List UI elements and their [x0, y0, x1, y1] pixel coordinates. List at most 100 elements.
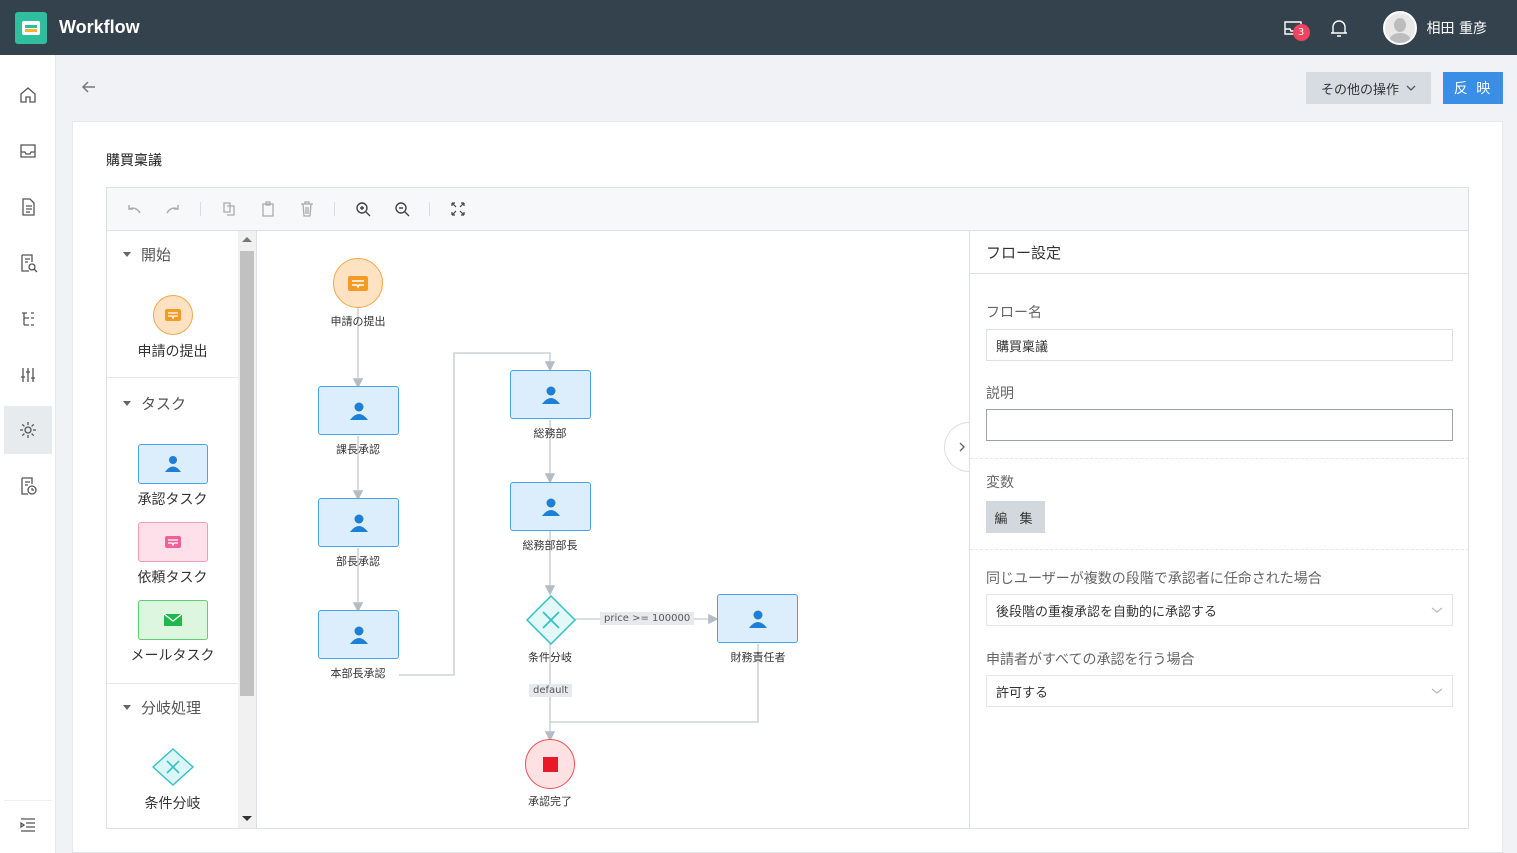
description-input[interactable]	[986, 409, 1453, 441]
inbox-tray-icon	[152, 295, 193, 335]
scroll-thumb[interactable]	[240, 251, 254, 696]
flow-name-label: フロー名	[986, 305, 1042, 321]
sidebar-toggle-icon[interactable]	[4, 800, 52, 848]
fit-screen-icon[interactable]	[448, 199, 468, 219]
variables-label: 変数	[986, 475, 1014, 491]
back-arrow-icon[interactable]	[78, 76, 100, 98]
left-sidebar	[0, 55, 56, 853]
flow-node-start[interactable]	[333, 258, 383, 308]
zoom-in-icon[interactable]	[353, 199, 373, 219]
palette-label-submit: 申請の提出	[137, 344, 208, 360]
edge-label-condition-true[interactable]: price >= 100000	[600, 612, 695, 625]
palette-scrollbar[interactable]	[238, 231, 256, 828]
user-avatar[interactable]	[1382, 10, 1417, 45]
flow-node-division-head[interactable]	[318, 610, 399, 659]
tree-structure-icon[interactable]	[4, 295, 52, 343]
inbox-tray-icon	[348, 276, 368, 291]
flow-settings-panel: フロー設定 フロー名 説明 変数 編 集 同じユーザーが複数の段階で承認者に任命…	[969, 231, 1469, 828]
app-logo[interactable]	[15, 11, 47, 44]
palette-group-task[interactable]: タスク	[123, 393, 186, 414]
user-icon	[349, 402, 368, 420]
user-name[interactable]: 相田 重彦	[1427, 18, 1487, 38]
flow-node-end-label: 承認完了	[528, 795, 572, 808]
paste-icon[interactable]	[258, 199, 278, 219]
flow-node-dept-head-label: 部長承認	[336, 555, 380, 568]
same-user-select[interactable]: 後段階の重複承認を自動的に承認する	[986, 594, 1453, 626]
scroll-up-icon[interactable]	[242, 237, 252, 242]
chevron-right-icon	[959, 442, 965, 452]
sliders-icon[interactable]	[4, 351, 52, 399]
palette-item-condition[interactable]	[107, 747, 238, 787]
flow-node-general-affairs-label: 総務部	[533, 427, 567, 440]
user-icon	[137, 444, 208, 484]
flow-node-start-label: 申請の提出	[330, 315, 386, 328]
main-card: 購買稟議 開始 申請の提出 タスク 承認タスク 依頼タスク メールタスク 分岐処…	[72, 121, 1503, 853]
scroll-down-icon[interactable]	[242, 816, 252, 821]
chevron-down-icon	[1406, 85, 1416, 91]
palette-group-start[interactable]: 開始	[123, 244, 171, 265]
palette-label-approval-task: 承認タスク	[137, 492, 208, 508]
inbox-tray-icon[interactable]	[4, 127, 52, 175]
document-search-icon[interactable]	[4, 239, 52, 287]
bell-icon[interactable]	[1327, 16, 1351, 40]
mail-icon	[137, 600, 208, 640]
top-bar: Workflow 3 相田 重彦	[0, 0, 1517, 55]
trash-icon[interactable]	[297, 199, 317, 219]
page-title: 購買稟議	[106, 153, 162, 169]
user-icon	[349, 514, 368, 532]
description-label: 説明	[986, 386, 1014, 402]
inbox-badge: 3	[1292, 23, 1310, 41]
flow-node-condition[interactable]	[525, 594, 577, 646]
apply-button[interactable]: 反 映	[1443, 72, 1503, 104]
palette-item-submit[interactable]	[107, 295, 238, 335]
chevron-down-icon	[1431, 607, 1443, 613]
zoom-out-icon[interactable]	[392, 199, 412, 219]
diamond-x-icon	[151, 748, 194, 786]
editor-toolbar	[107, 188, 1468, 231]
home-icon[interactable]	[4, 71, 52, 119]
flow-node-dept-head[interactable]	[318, 498, 399, 547]
other-actions-label: その他の操作	[1320, 82, 1399, 98]
flow-node-finance[interactable]	[717, 594, 798, 643]
undo-icon[interactable]	[124, 199, 144, 219]
user-icon	[541, 386, 560, 404]
palette-item-request-task[interactable]	[107, 522, 238, 562]
settings-title: フロー設定	[970, 231, 1469, 274]
app-title[interactable]: Workflow	[59, 17, 140, 38]
flow-node-finance-label: 財務責任者	[730, 651, 786, 664]
palette-item-approval-task[interactable]	[107, 444, 238, 484]
copy-icon[interactable]	[219, 199, 239, 219]
caret-down-icon	[123, 401, 131, 406]
inbox-tray-icon	[137, 522, 208, 562]
palette-label-mail-task: メールタスク	[130, 648, 215, 664]
palette-group-branch[interactable]: 分岐処理	[123, 697, 201, 718]
flow-node-general-affairs-head-label: 総務部部長	[522, 539, 578, 552]
flow-node-general-affairs-head[interactable]	[510, 482, 591, 531]
edit-variables-button[interactable]: 編 集	[986, 501, 1045, 533]
stop-icon	[542, 756, 558, 772]
user-icon	[541, 498, 560, 516]
flow-node-section-chief-label: 課長承認	[336, 443, 380, 456]
edge-label-condition-default[interactable]: default	[529, 684, 573, 697]
palette-item-mail-task[interactable]	[107, 600, 238, 640]
same-user-label: 同じユーザーが複数の段階で承認者に任命された場合	[986, 571, 1322, 587]
flow-editor: 開始 申請の提出 タスク 承認タスク 依頼タスク メールタスク 分岐処理 条件分…	[106, 187, 1469, 829]
flow-name-input[interactable]	[986, 329, 1453, 361]
user-icon	[349, 626, 368, 644]
applicant-select[interactable]: 許可する	[986, 675, 1453, 707]
flow-node-section-chief[interactable]	[318, 386, 399, 435]
palette-label-request-task: 依頼タスク	[137, 570, 208, 586]
inbox-icon[interactable]: 3	[1281, 16, 1310, 41]
caret-down-icon	[123, 705, 131, 710]
document-icon[interactable]	[4, 183, 52, 231]
flow-node-general-affairs[interactable]	[510, 370, 591, 419]
same-user-select-value: 後段階の重複承認を自動的に承認する	[996, 604, 1218, 620]
redo-icon[interactable]	[163, 199, 183, 219]
gear-icon[interactable]	[4, 406, 52, 454]
other-actions-button[interactable]: その他の操作	[1306, 72, 1431, 104]
document-clock-icon[interactable]	[4, 462, 52, 510]
flow-node-end[interactable]	[525, 739, 575, 789]
flow-canvas[interactable]: 申請の提出 課長承認 部長承認 本部長承認 総務部 総務部部長 条件分岐 pri…	[257, 231, 969, 828]
applicant-label: 申請者がすべての承認を行う場合	[986, 652, 1195, 668]
chevron-down-icon	[1431, 688, 1443, 694]
